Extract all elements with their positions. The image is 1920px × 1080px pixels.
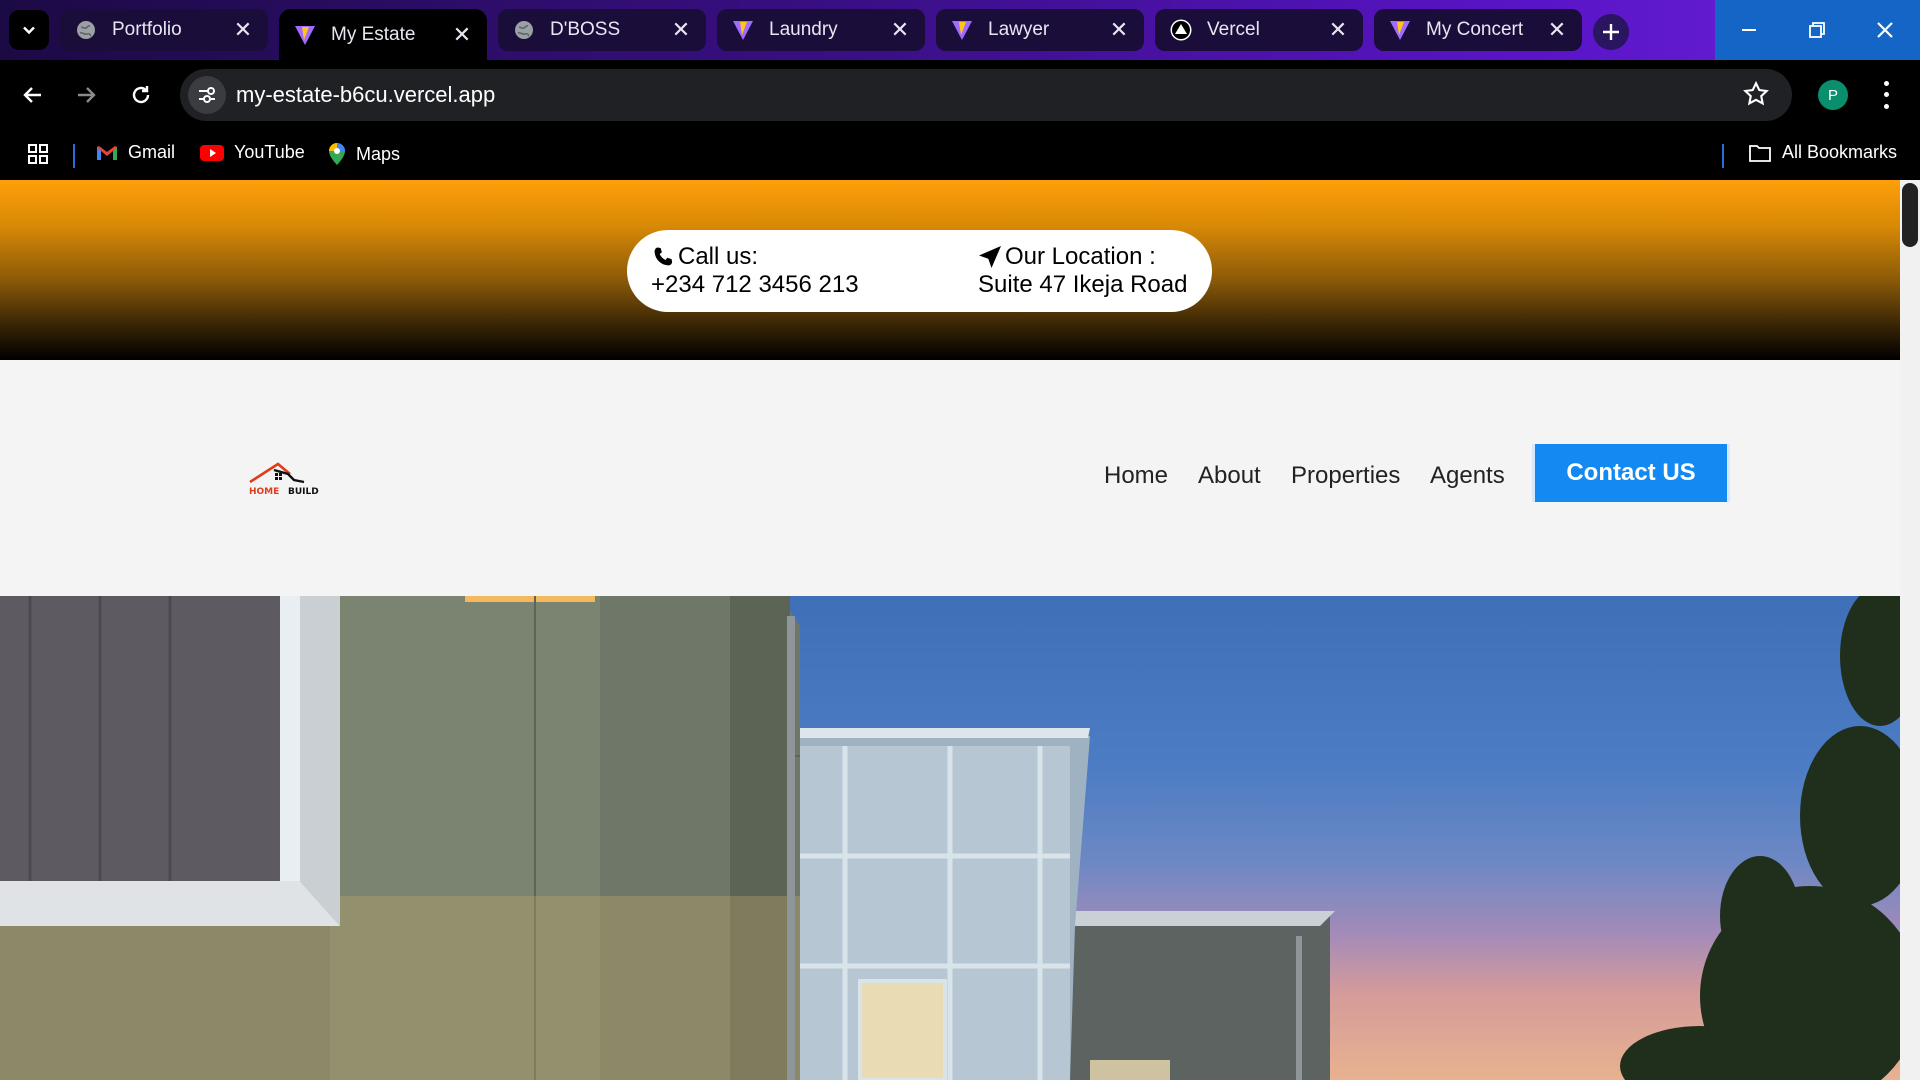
chevron-down-icon <box>23 26 35 35</box>
location-value: Suite 47 Ikeja Road <box>978 271 1188 298</box>
house-photo <box>0 596 1900 1080</box>
close-icon[interactable]: ✕ <box>889 17 911 42</box>
call-number[interactable]: +234 712 3456 213 <box>651 271 859 299</box>
phone-icon <box>651 245 677 271</box>
tab-laundry[interactable]: Laundry ✕ <box>717 9 925 51</box>
maps-icon <box>328 142 346 166</box>
folder-icon <box>1748 143 1772 163</box>
restore-icon <box>1809 22 1825 38</box>
forward-button[interactable] <box>66 75 106 115</box>
bookmark-youtube[interactable]: YouTube <box>200 142 305 163</box>
all-bookmarks-button[interactable]: All Bookmarks <box>1748 142 1897 163</box>
contact-topbar: Call us: +234 712 3456 213 Our Location … <box>0 180 1900 360</box>
reload-button[interactable] <box>121 75 161 115</box>
web-page: Call us: +234 712 3456 213 Our Location … <box>0 180 1900 1080</box>
back-button[interactable] <box>13 75 53 115</box>
nav-properties[interactable]: Properties <box>1291 462 1400 490</box>
plus-icon <box>1603 24 1619 40</box>
bookmark-label: YouTube <box>234 142 305 162</box>
url-text: my-estate-b6cu.vercel.app <box>236 82 496 107</box>
contact-info-pill: Call us: +234 712 3456 213 Our Location … <box>627 230 1212 312</box>
vite-icon <box>1388 18 1412 42</box>
tab-lawyer[interactable]: Lawyer ✕ <box>936 9 1144 51</box>
arrow-left-icon <box>23 87 41 103</box>
browser-tab-strip: Portfolio ✕ My Estate ✕ D'BOSS ✕ Laundry… <box>0 0 1920 60</box>
reload-icon <box>132 86 150 104</box>
call-label: Call us: <box>678 243 759 270</box>
bookmark-label: Gmail <box>128 142 176 162</box>
vite-icon <box>293 23 317 47</box>
tab-title: Vercel <box>1207 19 1260 40</box>
tab-portfolio[interactable]: Portfolio ✕ <box>60 9 268 51</box>
vite-icon <box>731 18 755 42</box>
tab-title: Lawyer <box>988 19 1050 40</box>
browser-toolbar: my-estate-b6cu.vercel.app P <box>0 60 1920 130</box>
close-icon[interactable]: ✕ <box>232 17 254 42</box>
tab-title: Portfolio <box>112 19 182 40</box>
restore-button[interactable] <box>1783 0 1851 60</box>
tab-title: My Estate <box>331 23 416 45</box>
bookmark-maps[interactable]: Maps <box>328 142 400 166</box>
bookmark-star-button[interactable] <box>1742 80 1770 113</box>
navigation-arrow-icon <box>978 245 1004 271</box>
close-icon[interactable]: ✕ <box>1108 17 1130 42</box>
tab-search-button[interactable] <box>9 10 49 50</box>
site-navbar: HOME BUILD Home About Properties Agents … <box>0 360 1900 596</box>
globe-icon <box>512 18 536 42</box>
minimize-button[interactable] <box>1715 0 1783 60</box>
bookmarks-bar: Gmail YouTube Maps All Bookmarks <box>0 130 1920 180</box>
location-info: Our Location : Suite 47 Ikeja Road <box>978 243 1187 299</box>
close-icon[interactable]: ✕ <box>1546 17 1568 42</box>
close-icon <box>1877 22 1893 38</box>
tab-vercel[interactable]: Vercel ✕ <box>1155 9 1363 51</box>
nav-home[interactable]: Home <box>1104 462 1168 490</box>
minimize-icon <box>1742 29 1756 31</box>
browser-menu-button[interactable] <box>1876 78 1896 112</box>
nav-agents[interactable]: Agents <box>1430 462 1505 490</box>
vercel-icon <box>1169 18 1193 42</box>
logo-word-build: BUILD <box>288 487 319 497</box>
page-scrollbar[interactable] <box>1900 180 1920 1080</box>
location-label: Our Location : <box>1005 243 1156 270</box>
tab-title: Laundry <box>769 19 838 40</box>
logo-word-home: HOME <box>249 487 279 497</box>
close-icon[interactable]: ✕ <box>670 17 692 42</box>
youtube-icon <box>200 144 224 162</box>
back-building <box>1045 911 1335 1080</box>
all-bookmarks-label: All Bookmarks <box>1782 142 1898 162</box>
globe-icon <box>74 18 98 42</box>
divider <box>73 144 75 168</box>
arrow-right-icon <box>78 87 96 103</box>
bookmark-label: Maps <box>356 143 401 164</box>
address-bar[interactable]: my-estate-b6cu.vercel.app <box>180 69 1792 121</box>
apps-grid-icon <box>28 144 48 164</box>
homebuild-logo[interactable]: HOME BUILD <box>248 460 332 500</box>
star-icon <box>1743 80 1769 106</box>
tab-my-estate[interactable]: My Estate ✕ <box>279 9 487 60</box>
scrollbar-thumb[interactable] <box>1902 183 1918 247</box>
profile-avatar[interactable]: P <box>1818 80 1848 110</box>
tab-dboss[interactable]: D'BOSS ✕ <box>498 9 706 51</box>
site-info-button[interactable] <box>188 76 226 114</box>
call-info: Call us: +234 712 3456 213 <box>651 243 859 299</box>
close-icon[interactable]: ✕ <box>451 22 473 47</box>
divider <box>1722 144 1724 168</box>
nav-about[interactable]: About <box>1198 462 1261 490</box>
new-tab-button[interactable] <box>1593 14 1629 50</box>
contact-us-button[interactable]: Contact US <box>1535 444 1727 502</box>
tab-title: D'BOSS <box>550 19 621 40</box>
bookmark-gmail[interactable]: Gmail <box>96 142 175 163</box>
apps-button[interactable] <box>26 142 50 166</box>
vite-icon <box>950 18 974 42</box>
hero-image <box>0 596 1900 1080</box>
tune-icon <box>199 87 215 103</box>
tab-title: My Concert <box>1426 19 1524 40</box>
gmail-icon <box>96 144 118 162</box>
middle-building <box>790 728 1090 1080</box>
tree-foliage <box>1620 596 1900 1080</box>
close-window-button[interactable] <box>1851 0 1919 60</box>
close-icon[interactable]: ✕ <box>1327 17 1349 42</box>
tab-my-concert[interactable]: My Concert ✕ <box>1374 9 1582 51</box>
